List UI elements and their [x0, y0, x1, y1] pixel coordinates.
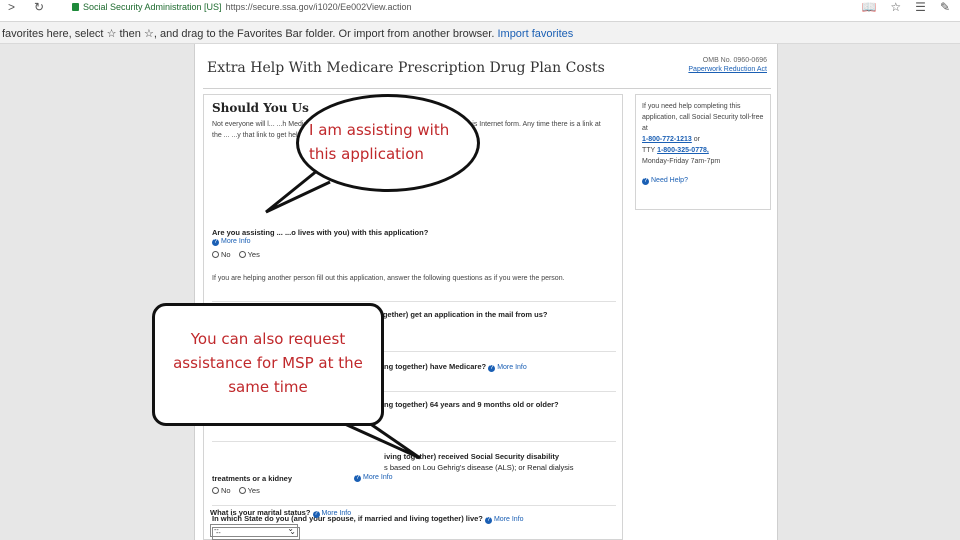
callout-assisting: I am assisting with this application	[296, 94, 480, 192]
callout-msp: You can also request assistance for MSP …	[152, 303, 384, 426]
callout-tails	[265, 168, 421, 460]
